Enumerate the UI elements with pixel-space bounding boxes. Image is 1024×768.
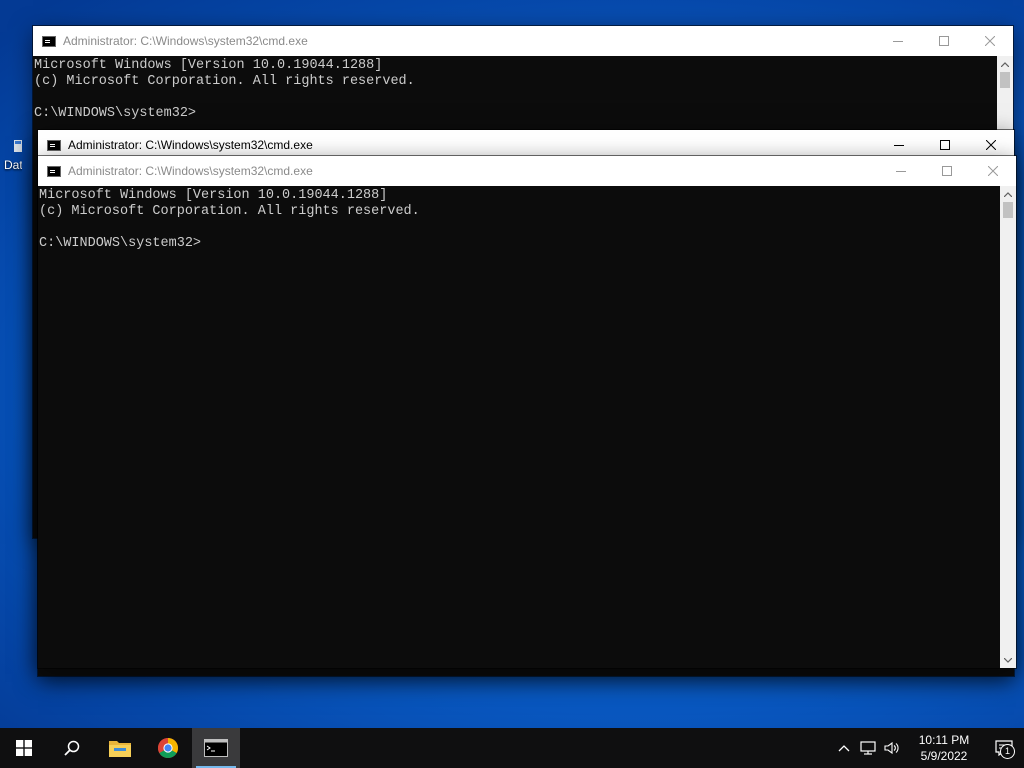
volume-icon (884, 741, 899, 755)
clock[interactable]: 10:11 PM 5/9/2022 (908, 732, 980, 764)
clock-date: 5/9/2022 (920, 749, 968, 763)
console-prompt: C:\WINDOWS\system32> (39, 236, 202, 251)
network-button[interactable] (856, 728, 880, 768)
taskbar: 10:11 PM 5/9/2022 1 (0, 728, 1024, 768)
console-line: (c) Microsoft Corporation. All rights re… (39, 204, 420, 219)
cmd-window-front[interactable]: Administrator: C:\Windows\system32\cmd.e… (38, 156, 1016, 668)
minimize-button[interactable] (878, 156, 924, 186)
close-icon (986, 140, 996, 150)
scroll-thumb[interactable] (1000, 72, 1010, 88)
chevron-up-icon (838, 745, 850, 752)
file-explorer-icon (109, 741, 131, 757)
chevron-up-icon (1001, 61, 1009, 67)
console-line: ​ (39, 220, 1000, 236)
start-icon (16, 740, 32, 756)
maximize-button[interactable] (921, 26, 967, 56)
title-bar[interactable]: Administrator: C:\Windows\system32\cmd.e… (33, 26, 1013, 56)
scroll-down-button[interactable] (1000, 652, 1016, 668)
scroll-thumb[interactable] (1003, 202, 1013, 218)
close-button[interactable] (970, 156, 1016, 186)
file-explorer-button[interactable] (96, 728, 144, 768)
system-tray: 10:11 PM 5/9/2022 1 (832, 728, 1024, 768)
scroll-up-button[interactable] (997, 56, 1013, 72)
start-button[interactable] (0, 728, 48, 768)
console-output[interactable]: Microsoft Windows [Version 10.0.19044.12… (38, 186, 1000, 668)
maximize-button[interactable] (924, 156, 970, 186)
chrome-button[interactable] (144, 728, 192, 768)
scroll-up-button[interactable] (1000, 186, 1016, 202)
maximize-icon (939, 36, 949, 46)
minimize-icon (894, 145, 904, 146)
chrome-icon (158, 738, 178, 758)
desktop-icon-data[interactable]: Dat (0, 138, 22, 174)
search-button[interactable] (48, 728, 96, 768)
search-icon (64, 740, 80, 756)
shortcut-icon (14, 140, 22, 152)
command-prompt-taskbar-button[interactable] (192, 728, 240, 768)
minimize-button[interactable] (875, 26, 921, 56)
action-center-button[interactable]: 1 (984, 728, 1024, 768)
show-hidden-icons-button[interactable] (832, 728, 856, 768)
command-prompt-icon (47, 165, 61, 177)
network-icon (860, 741, 876, 755)
command-prompt-icon (47, 139, 61, 151)
close-icon (985, 36, 995, 46)
volume-button[interactable] (880, 728, 904, 768)
chevron-up-icon (1004, 191, 1012, 197)
vertical-scrollbar[interactable] (1000, 186, 1016, 668)
desktop-icon-label: Dat (4, 158, 22, 172)
close-button[interactable] (967, 26, 1013, 56)
maximize-icon (940, 140, 950, 150)
window-title: Administrator: C:\Windows\system32\cmd.e… (68, 164, 313, 178)
minimize-icon (893, 41, 903, 42)
close-icon (988, 166, 998, 176)
chevron-down-icon (1004, 657, 1012, 663)
console-line: ​ (34, 90, 997, 106)
command-prompt-icon (204, 739, 228, 757)
clock-time: 10:11 PM (918, 733, 970, 747)
console-prompt: C:\WINDOWS\system32> (34, 106, 197, 121)
minimize-icon (896, 171, 906, 172)
window-title: Administrator: C:\Windows\system32\cmd.e… (63, 34, 308, 48)
console-line: (c) Microsoft Corporation. All rights re… (34, 74, 415, 89)
command-prompt-icon (42, 35, 56, 47)
title-bar[interactable]: Administrator: C:\Windows\system32\cmd.e… (38, 156, 1016, 186)
console-line: Microsoft Windows [Version 10.0.19044.12… (34, 58, 383, 73)
window-title: Administrator: C:\Windows\system32\cmd.e… (68, 138, 313, 152)
console-line: Microsoft Windows [Version 10.0.19044.12… (39, 188, 388, 203)
maximize-icon (942, 166, 952, 176)
notification-count-badge: 1 (1000, 744, 1015, 759)
